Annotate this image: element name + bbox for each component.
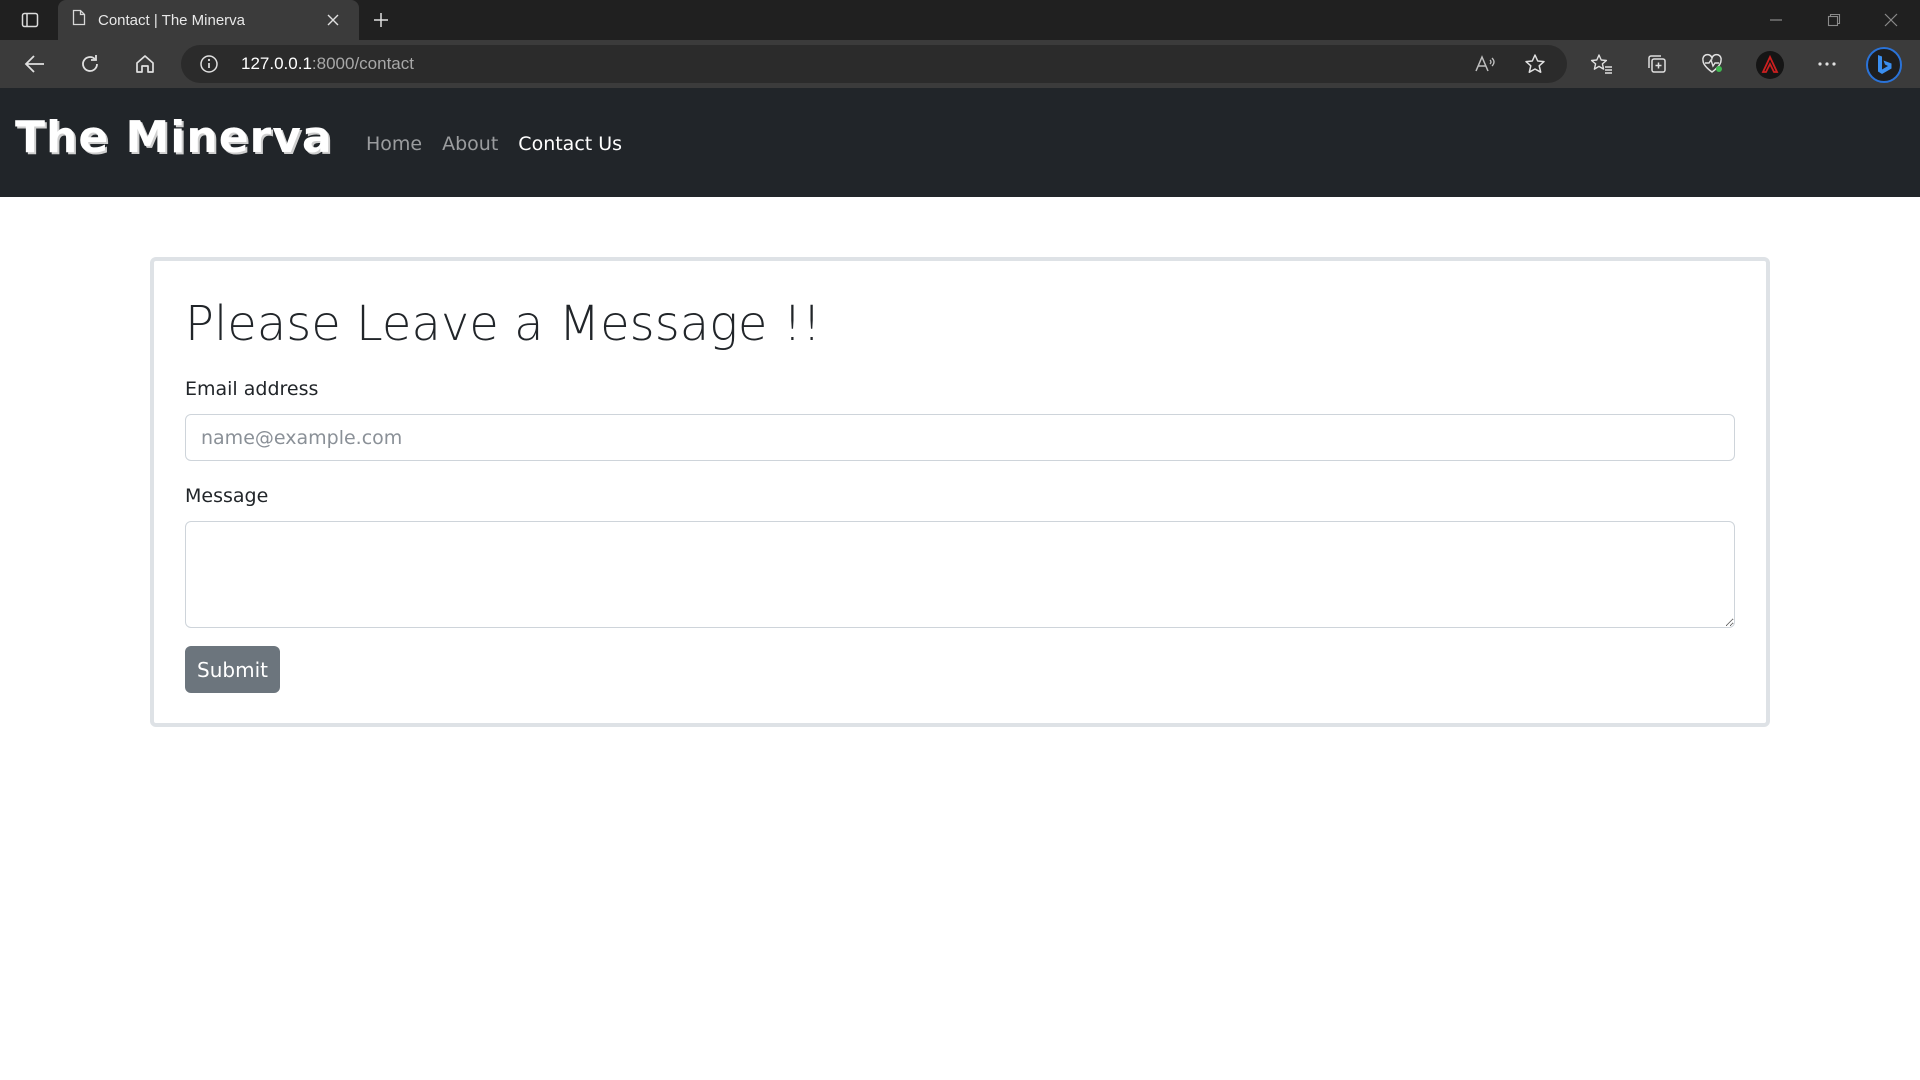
- favorite-star-icon[interactable]: [1522, 52, 1548, 76]
- email-label: Email address: [185, 378, 319, 400]
- read-aloud-icon[interactable]: [1472, 52, 1498, 76]
- browser-essentials-icon[interactable]: [1693, 46, 1731, 82]
- more-icon[interactable]: [1808, 46, 1846, 82]
- page-title: Please Leave a Message !!: [185, 296, 822, 352]
- restore-icon[interactable]: [1805, 0, 1863, 40]
- collections-icon[interactable]: [1638, 46, 1676, 82]
- plus-icon[interactable]: [366, 6, 396, 34]
- nav-link-home[interactable]: Home: [366, 133, 422, 155]
- email-field[interactable]: [185, 414, 1735, 461]
- favorites-icon[interactable]: [1583, 46, 1621, 82]
- url-path: :8000/contact: [311, 54, 414, 73]
- tab-actions-icon[interactable]: [12, 8, 48, 32]
- site-navbar: The Minerva Home About Contact Us: [0, 88, 1920, 197]
- tab-title: Contact | The Minerva: [98, 11, 246, 29]
- address-bar[interactable]: 127.0.0.1:8000/contact: [181, 45, 1567, 83]
- submit-button[interactable]: Submit: [185, 646, 280, 693]
- page-icon: [72, 9, 86, 31]
- home-icon[interactable]: [126, 46, 164, 82]
- message-textarea[interactable]: [185, 521, 1735, 628]
- info-icon[interactable]: [197, 52, 221, 76]
- close-icon[interactable]: [321, 8, 345, 32]
- nav-link-contact[interactable]: Contact Us: [518, 133, 622, 155]
- contact-form-card: Please Leave a Message !! Email address …: [150, 257, 1770, 727]
- bing-icon[interactable]: [1866, 47, 1902, 83]
- browser-tab-bar: Contact | The Minerva: [0, 0, 1920, 40]
- back-icon[interactable]: [16, 46, 54, 82]
- nav-link-about[interactable]: About: [442, 133, 498, 155]
- url-host: 127.0.0.1: [241, 54, 312, 73]
- url-text[interactable]: 127.0.0.1:8000/contact: [241, 54, 414, 74]
- profile-avatar-icon[interactable]: [1756, 51, 1784, 79]
- browser-toolbar: 127.0.0.1:8000/contact: [0, 40, 1920, 88]
- nav-links: Home About Contact Us: [366, 133, 622, 155]
- brand-logo[interactable]: The Minerva: [15, 112, 333, 163]
- minimize-icon[interactable]: [1747, 0, 1805, 40]
- window-close-icon[interactable]: [1862, 0, 1920, 40]
- refresh-icon[interactable]: [71, 46, 109, 82]
- browser-tab[interactable]: Contact | The Minerva: [58, 0, 359, 40]
- message-label: Message: [185, 485, 269, 507]
